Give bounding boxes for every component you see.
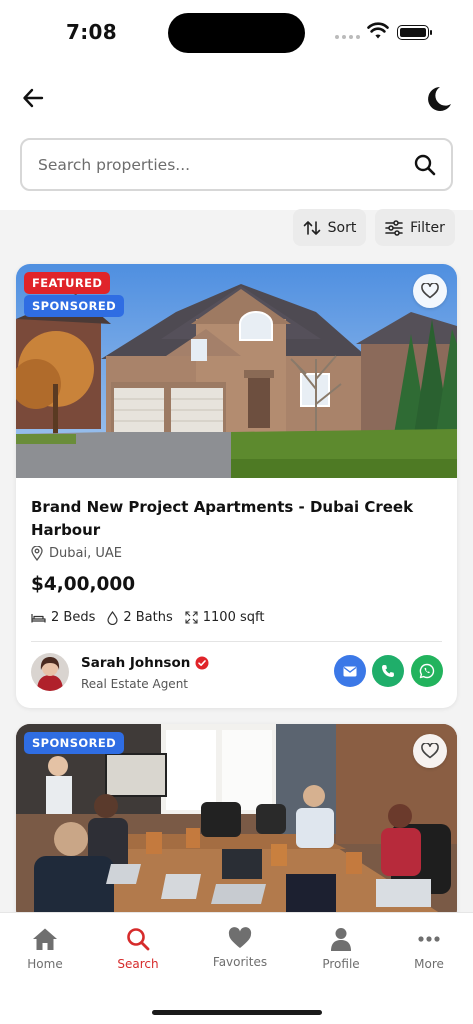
favorite-button[interactable] bbox=[413, 274, 447, 308]
divider bbox=[31, 641, 442, 642]
beds-text: 2 Beds bbox=[51, 610, 96, 625]
status-time: 7:08 bbox=[66, 20, 117, 44]
property-image[interactable]: SPONSORED bbox=[16, 724, 457, 924]
sliders-icon bbox=[385, 219, 403, 236]
agent-name-text: Sarah Johnson bbox=[81, 655, 191, 671]
nav-search-label: Search bbox=[117, 957, 159, 971]
location-pin-icon bbox=[31, 546, 43, 561]
heart-icon bbox=[228, 927, 252, 948]
search-icon bbox=[127, 928, 150, 951]
arrow-left-icon bbox=[23, 88, 44, 108]
property-price: $4,00,000 bbox=[31, 574, 136, 595]
agent-role: Real Estate Agent bbox=[81, 677, 188, 691]
sort-arrows-icon bbox=[303, 220, 320, 235]
email-button[interactable] bbox=[334, 655, 366, 687]
whatsapp-icon bbox=[419, 663, 435, 679]
dynamic-island bbox=[168, 13, 305, 53]
signal-icon bbox=[335, 35, 360, 39]
nav-more-label: More bbox=[414, 957, 444, 971]
call-button[interactable] bbox=[372, 655, 404, 687]
wifi-icon bbox=[367, 22, 389, 39]
dark-mode-toggle[interactable] bbox=[424, 84, 454, 114]
property-specs: 2 Beds 2 Baths 1100 sqft bbox=[31, 610, 264, 625]
location-text: Dubai, UAE bbox=[49, 546, 122, 561]
moon-icon bbox=[428, 87, 451, 111]
status-bar: 7:08 bbox=[0, 0, 473, 64]
agent-photo bbox=[31, 653, 69, 691]
sponsored-badge: SPONSORED bbox=[24, 732, 125, 754]
property-location: Dubai, UAE bbox=[31, 546, 122, 561]
heart-outline-icon bbox=[421, 283, 439, 299]
sponsored-badge: SPONSORED bbox=[24, 295, 125, 317]
search-box[interactable] bbox=[20, 138, 453, 191]
app-header bbox=[0, 64, 473, 134]
filter-label: Filter bbox=[410, 219, 445, 236]
agent-avatar[interactable] bbox=[31, 653, 69, 691]
office-meeting-photo bbox=[16, 724, 457, 924]
search-area bbox=[0, 134, 473, 210]
water-drop-icon bbox=[107, 610, 118, 625]
nav-profile-label: Profile bbox=[322, 957, 360, 971]
nav-search[interactable]: Search bbox=[98, 927, 178, 971]
filter-button[interactable]: Filter bbox=[375, 209, 455, 246]
nav-profile[interactable]: Profile bbox=[301, 927, 381, 971]
phone-icon bbox=[382, 665, 394, 677]
nav-favorites-label: Favorites bbox=[212, 955, 268, 969]
expand-icon bbox=[185, 611, 198, 624]
search-icon[interactable] bbox=[413, 153, 437, 177]
nav-home-label: Home bbox=[27, 957, 63, 971]
agent-name[interactable]: Sarah Johnson bbox=[81, 655, 209, 671]
property-card[interactable]: SPONSORED bbox=[16, 724, 457, 924]
area-text: 1100 sqft bbox=[202, 610, 265, 625]
home-indicator bbox=[152, 1010, 322, 1015]
featured-badge: FEATURED bbox=[24, 272, 111, 294]
nav-more[interactable]: More bbox=[389, 927, 469, 971]
battery-icon bbox=[397, 25, 432, 40]
property-title[interactable]: Brand New Project Apartments - Dubai Cre… bbox=[31, 496, 421, 542]
nav-favorites[interactable]: Favorites bbox=[200, 927, 280, 969]
verified-badge-icon bbox=[195, 656, 209, 670]
sort-label: Sort bbox=[327, 219, 357, 236]
spec-baths: 2 Baths bbox=[107, 610, 173, 625]
spec-beds: 2 Beds bbox=[31, 610, 95, 625]
sort-button[interactable]: Sort bbox=[293, 209, 366, 246]
person-icon bbox=[331, 928, 351, 951]
baths-text: 2 Baths bbox=[123, 610, 173, 625]
nav-home[interactable]: Home bbox=[5, 927, 85, 971]
bed-icon bbox=[31, 613, 46, 622]
more-icon bbox=[418, 936, 440, 942]
property-card[interactable]: FEATURED SPONSORED Brand New Project Apa… bbox=[16, 264, 457, 708]
back-button[interactable] bbox=[20, 85, 46, 111]
bottom-nav: Home Search Favorites Profile More bbox=[0, 912, 473, 1024]
heart-outline-icon bbox=[421, 743, 439, 759]
spec-area: 1100 sqft bbox=[185, 610, 265, 625]
envelope-icon bbox=[343, 666, 357, 676]
home-icon bbox=[33, 928, 57, 950]
search-input[interactable] bbox=[38, 140, 398, 189]
favorite-button[interactable] bbox=[413, 734, 447, 768]
whatsapp-button[interactable] bbox=[411, 655, 443, 687]
property-image[interactable]: FEATURED SPONSORED bbox=[16, 264, 457, 478]
